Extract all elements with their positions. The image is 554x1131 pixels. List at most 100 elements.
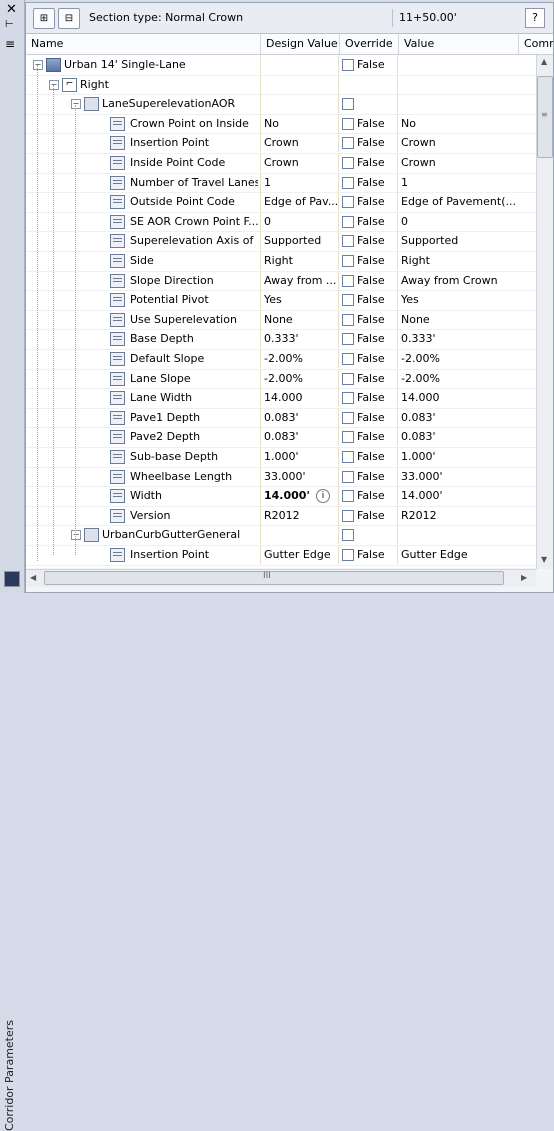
- override-checkbox[interactable]: [342, 215, 354, 228]
- design-value-cell[interactable]: Right: [260, 251, 344, 270]
- parameter-row[interactable]: Pave1 Depth 0.083' False 0.083': [26, 407, 536, 429]
- override-checkbox[interactable]: [342, 353, 354, 365]
- design-value-cell[interactable]: 14.000: [260, 388, 344, 408]
- scroll-right-icon[interactable]: ▶: [521, 573, 527, 582]
- column-header-name[interactable]: Name: [26, 34, 261, 54]
- design-value-cell[interactable]: [260, 94, 344, 114]
- override-checkbox[interactable]: [342, 235, 354, 248]
- override-checkbox[interactable]: [342, 490, 354, 503]
- design-value-cell[interactable]: No: [260, 113, 344, 133]
- design-value-cell[interactable]: 33.000': [260, 466, 344, 486]
- override-checkbox[interactable]: [342, 372, 354, 385]
- scroll-up-icon[interactable]: ▲: [541, 57, 547, 66]
- side-row[interactable]: − ⌐ Right: [26, 74, 536, 96]
- collapse-toggle-icon[interactable]: −: [49, 79, 59, 90]
- parameter-row[interactable]: Version R2012 False R2012: [26, 505, 536, 527]
- parameter-row[interactable]: Lane Width 14.000 False 14.000: [26, 388, 536, 409]
- scroll-left-icon[interactable]: ◀: [30, 573, 36, 582]
- override-checkbox[interactable]: [342, 117, 354, 130]
- parameter-row[interactable]: Wheelbase Length 33.000' False 33.000': [26, 466, 536, 488]
- override-checkbox[interactable]: [342, 157, 354, 169]
- parameter-row[interactable]: Potential Pivot Yes False Yes: [26, 290, 536, 311]
- design-value-cell[interactable]: 0.083': [260, 427, 344, 447]
- station-field[interactable]: 11+50.00': [392, 9, 519, 27]
- assembly-row[interactable]: − Urban 14' Single-Lane False: [26, 55, 536, 76]
- collapse-all-button[interactable]: ⊟: [58, 8, 80, 29]
- parameter-row[interactable]: Lane Slope -2.00% False -2.00%: [26, 368, 536, 390]
- parameter-row[interactable]: Use Superelevation None False None: [26, 309, 536, 331]
- override-checkbox[interactable]: [342, 313, 354, 326]
- design-value-cell[interactable]: -2.00%: [260, 368, 344, 388]
- column-header-override[interactable]: Override: [340, 34, 399, 54]
- subassembly-row[interactable]: − LaneSuperelevationAOR: [26, 94, 536, 115]
- override-checkbox[interactable]: [342, 451, 354, 463]
- parameter-row[interactable]: Outside Point Code Edge of Pav... False Edg…: [26, 192, 536, 213]
- override-checkbox[interactable]: [342, 470, 354, 483]
- design-value-cell[interactable]: 1: [260, 172, 344, 192]
- collapse-toggle-icon[interactable]: −: [33, 60, 43, 70]
- parameter-row[interactable]: Slope Direction Away from ... False Away fr…: [26, 270, 536, 292]
- parameter-row[interactable]: Insertion Point Gutter Edge False Gutter Ed…: [26, 545, 536, 566]
- override-checkbox[interactable]: [342, 274, 354, 287]
- parameter-row[interactable]: Number of Travel Lanes 1 False 1: [26, 172, 536, 194]
- scroll-down-icon[interactable]: ▼: [541, 555, 547, 564]
- column-header-value[interactable]: Value: [399, 34, 519, 54]
- design-value-cell[interactable]: 0.083': [260, 407, 344, 427]
- design-value-cell[interactable]: 1.000': [260, 447, 344, 466]
- design-value-cell[interactable]: R2012: [260, 505, 344, 525]
- design-value-cell[interactable]: 0.333': [260, 329, 344, 349]
- design-value-cell[interactable]: Crown: [260, 133, 344, 153]
- design-value-cell[interactable]: Supported: [260, 231, 344, 251]
- override-checkbox[interactable]: [342, 255, 354, 267]
- override-checkbox[interactable]: [342, 294, 354, 307]
- design-value-cell[interactable]: Yes: [260, 290, 344, 310]
- override-checkbox[interactable]: [342, 98, 354, 111]
- close-icon[interactable]: ✕: [6, 2, 17, 17]
- parameter-row[interactable]: Default Slope -2.00% False -2.00%: [26, 349, 536, 370]
- parameter-row[interactable]: Width 14.000' i False 14.000': [26, 486, 536, 507]
- override-checkbox[interactable]: [342, 431, 354, 444]
- design-value-cell[interactable]: [260, 525, 344, 545]
- vertical-scroll-thumb[interactable]: ≡: [537, 76, 553, 158]
- design-value-cell[interactable]: -2.00%: [260, 349, 344, 368]
- design-value-cell[interactable]: [260, 74, 344, 94]
- parameter-row[interactable]: Crown Point on Inside No False No: [26, 113, 536, 135]
- design-value-cell[interactable]: Away from ...: [260, 270, 344, 290]
- value-cell: Crown: [397, 133, 539, 153]
- override-checkbox[interactable]: [342, 392, 354, 405]
- override-checkbox[interactable]: [342, 529, 354, 542]
- design-value-cell[interactable]: Edge of Pav...: [260, 192, 344, 212]
- column-header-comment[interactable]: Comment: [519, 34, 553, 54]
- override-checkbox[interactable]: [342, 509, 354, 522]
- override-checkbox[interactable]: [342, 59, 354, 71]
- parameter-row[interactable]: Inside Point Code Crown False Crown: [26, 153, 536, 174]
- override-checkbox[interactable]: [342, 196, 354, 209]
- horizontal-scroll-thumb[interactable]: III: [44, 571, 504, 585]
- properties-menu-icon[interactable]: ≡: [5, 37, 15, 51]
- design-value-cell[interactable]: Crown: [260, 153, 344, 172]
- design-value-cell[interactable]: None: [260, 309, 344, 329]
- collapse-toggle-icon[interactable]: −: [71, 530, 81, 541]
- override-checkbox[interactable]: [342, 137, 354, 150]
- parameter-row[interactable]: Base Depth 0.333' False 0.333': [26, 329, 536, 350]
- help-button[interactable]: ?: [525, 8, 545, 28]
- parameter-row[interactable]: Pave2 Depth 0.083' False 0.083': [26, 427, 536, 448]
- design-value-cell[interactable]: [260, 55, 344, 74]
- parameter-row[interactable]: Superelevation Axis of ... Supported False…: [26, 231, 536, 252]
- parameter-row[interactable]: SE AOR Crown Point F... 0 False 0: [26, 211, 536, 233]
- override-checkbox[interactable]: [342, 176, 354, 189]
- collapse-toggle-icon[interactable]: −: [71, 99, 81, 110]
- override-checkbox[interactable]: [342, 333, 354, 346]
- design-value-cell[interactable]: Gutter Edge: [260, 545, 344, 564]
- subassembly-row[interactable]: − UrbanCurbGutterGeneral: [26, 525, 536, 546]
- parameter-row[interactable]: Insertion Point Crown False Crown: [26, 133, 536, 154]
- override-checkbox[interactable]: [342, 411, 354, 424]
- parameter-row[interactable]: Side Right False Right: [26, 251, 536, 272]
- expand-all-button[interactable]: ⊞: [33, 8, 55, 29]
- auto-hide-icon[interactable]: ⊢: [5, 19, 14, 30]
- design-value-cell[interactable]: 0: [260, 211, 344, 231]
- override-checkbox[interactable]: [342, 549, 354, 561]
- design-value-cell[interactable]: 14.000': [260, 486, 344, 506]
- column-header-design-value[interactable]: Design Value: [261, 34, 340, 54]
- parameter-row[interactable]: Sub-base Depth 1.000' False 1.000': [26, 447, 536, 468]
